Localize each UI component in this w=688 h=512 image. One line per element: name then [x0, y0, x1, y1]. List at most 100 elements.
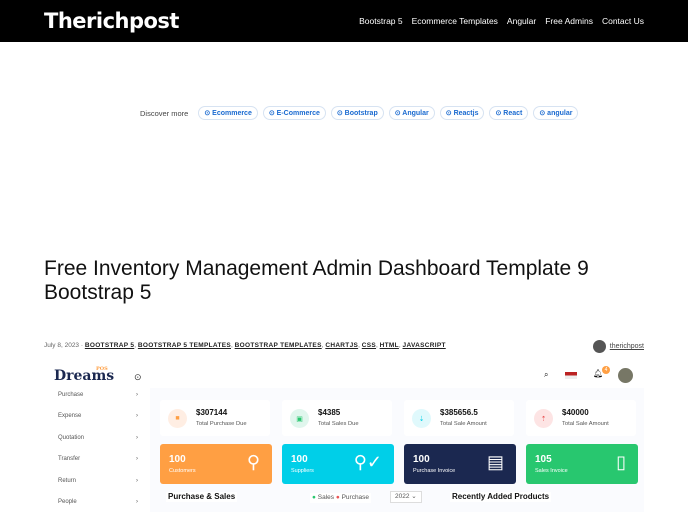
download-icon: ⇣ [412, 409, 431, 428]
money-icon: ▣ [290, 409, 309, 428]
file-icon: ▯ [616, 452, 626, 472]
menu-ecommerce-templates[interactable]: Ecommerce Templates [412, 16, 498, 26]
sidebar-item-purchase[interactable]: Purchase › [58, 392, 138, 398]
top-nav: Therichpost Bootstrap 5 Ecommerce Templa… [0, 0, 688, 42]
legend-dot-purchase: ● [335, 494, 340, 501]
menu-free-admins[interactable]: Free Admins [545, 16, 593, 26]
chart-legend: ● Sales ● Purchase [310, 493, 372, 503]
stat-label: Total Purchase Due [196, 421, 247, 427]
sidebar-item-return[interactable]: Return › [58, 478, 138, 484]
year-select[interactable]: 2022 ⌄ [390, 491, 422, 503]
stat-value: $385656.5 [440, 408, 478, 417]
stat-card: ▣ $4385 Total Sales Due [282, 400, 392, 436]
sidebar-item-label: Transfer [58, 456, 81, 462]
products-title: Recently Added Products [450, 492, 552, 502]
count-value: 100 [291, 454, 308, 465]
tag-link[interactable]: BOOTSTRAP 5 [85, 342, 134, 349]
notification-badge: 4 [602, 366, 610, 374]
count-value: 105 [535, 454, 552, 465]
article-title: Free Inventory Management Admin Dashboar… [44, 257, 589, 304]
chevron-right-icon: › [136, 435, 138, 441]
author-name: therichpost [609, 343, 644, 350]
chip-label: Bootstrap [344, 110, 378, 117]
sidebar: Dreams POS ⊙ Purchase › Expense › Quotation… [44, 364, 149, 512]
stat-label: Total Sale Amount [562, 421, 609, 427]
chevron-right-icon: › [136, 499, 138, 505]
chip[interactable]: ⊙ React [489, 106, 529, 120]
search-icon[interactable]: ⌕ [544, 370, 548, 380]
stat-value: $40000 [562, 408, 589, 417]
count-card-sales-invoice: 105 Sales Invoice ▯ [526, 444, 638, 484]
count-label: Suppliers [291, 468, 314, 474]
article-meta: July 8, 2023 · BOOTSTRAP 5, BOOTSTRAP 5 … [44, 342, 446, 349]
user-avatar[interactable] [618, 368, 633, 383]
brand-sup: POS [96, 366, 108, 372]
author-link[interactable]: therichpost [592, 340, 644, 353]
legend-dot-sales: ● [312, 494, 316, 501]
chip-label: React [503, 110, 523, 117]
tag-link[interactable]: BOOTSTRAP 5 TEMPLATES [138, 342, 231, 349]
sidebar-item-expense[interactable]: Expense › [58, 413, 138, 419]
chip[interactable]: ⊙ angular [533, 106, 579, 120]
tag-link[interactable]: CSS [362, 342, 376, 349]
chip[interactable]: ⊙ Bootstrap [330, 106, 384, 120]
site-logo[interactable]: Therichpost [44, 9, 179, 33]
chevron-right-icon: › [136, 456, 138, 462]
discover-label: Discover more [140, 108, 189, 118]
stat-card: ■ $307144 Total Purchase Due [160, 400, 270, 436]
chip-label: Ecommerce [212, 110, 252, 117]
author-avatar [592, 340, 606, 353]
chip[interactable]: ⊙ E-Commerce [262, 106, 326, 120]
count-label: Sales Invoice [535, 468, 568, 474]
chip-label: Reactjs [453, 110, 479, 117]
dashboard-main: ■ $307144 Total Purchase Due ▣ $4385 Total S… [150, 388, 644, 512]
stat-card: ⇣ $385656.5 Total Sale Amount [404, 400, 514, 436]
chip[interactable]: ⊙ Reactjs [439, 106, 485, 120]
stat-value: $4385 [318, 408, 341, 417]
dashboard-preview: Dreams POS ⊙ Purchase › Expense › Quotation… [44, 364, 644, 512]
discover-more: Discover more ⊙ Ecommerce ⊙ E-Commerce ⊙… [140, 106, 579, 120]
chip[interactable]: ⊙ Angular [388, 106, 435, 120]
sidebar-item-label: Purchase [58, 392, 84, 398]
stat-value: $307144 [196, 408, 228, 417]
user-icon: ⚲ [246, 452, 260, 472]
upload-icon: ⇡ [534, 409, 553, 428]
legend-label: Sales [317, 494, 335, 501]
tag-link[interactable]: JAVASCRIPT [403, 342, 446, 349]
tag-link[interactable]: CHARTJS [325, 342, 358, 349]
main-menu: Bootstrap 5 Ecommerce Templates Angular … [359, 16, 644, 26]
count-card-customers: 100 Customers ⚲ [160, 444, 272, 484]
count-label: Purchase Invoice [413, 468, 456, 474]
dash-logo: Dreams POS [54, 366, 114, 384]
chip-label: E-Commerce [276, 110, 320, 117]
sidebar-item-label: Expense [58, 413, 82, 419]
post-date: July 8, 2023 · [44, 342, 84, 349]
sidebar-item-transfer[interactable]: Transfer › [58, 456, 138, 462]
menu-angular[interactable]: Angular [507, 16, 536, 26]
chip[interactable]: ⊙ Ecommerce [198, 106, 258, 120]
stat-label: Total Sale Amount [440, 421, 487, 427]
file-text-icon: ▤ [486, 452, 504, 472]
sidebar-item-people[interactable]: People › [58, 499, 138, 505]
menu-bootstrap5[interactable]: Bootstrap 5 [359, 16, 402, 26]
bag-icon: ■ [168, 409, 187, 428]
sidebar-item-label: Return [58, 478, 77, 484]
chip-label: Angular [402, 110, 429, 117]
chevron-right-icon: › [136, 413, 138, 419]
flag-us-icon[interactable] [565, 372, 577, 379]
count-value: 100 [169, 454, 186, 465]
chevron-right-icon: › [136, 478, 138, 484]
sidebar-item-label: Quotation [58, 435, 85, 441]
menu-contact-us[interactable]: Contact Us [602, 16, 644, 26]
count-label: Customers [169, 468, 196, 474]
tag-link[interactable]: BOOTSTRAP TEMPLATES [235, 342, 322, 349]
stat-card: ⇡ $40000 Total Sale Amount [526, 400, 636, 436]
sidebar-item-label: People [58, 499, 77, 505]
chip-label: angular [547, 110, 573, 117]
count-card-suppliers: 100 Suppliers ⚲✓ [282, 444, 394, 484]
user-check-icon: ⚲✓ [353, 452, 382, 472]
sidebar-item-quotation[interactable]: Quotation › [58, 435, 138, 441]
sidebar-toggle-icon[interactable]: ⊙ [134, 372, 142, 383]
chevron-right-icon: › [136, 392, 138, 398]
tag-link[interactable]: HTML [380, 342, 399, 349]
